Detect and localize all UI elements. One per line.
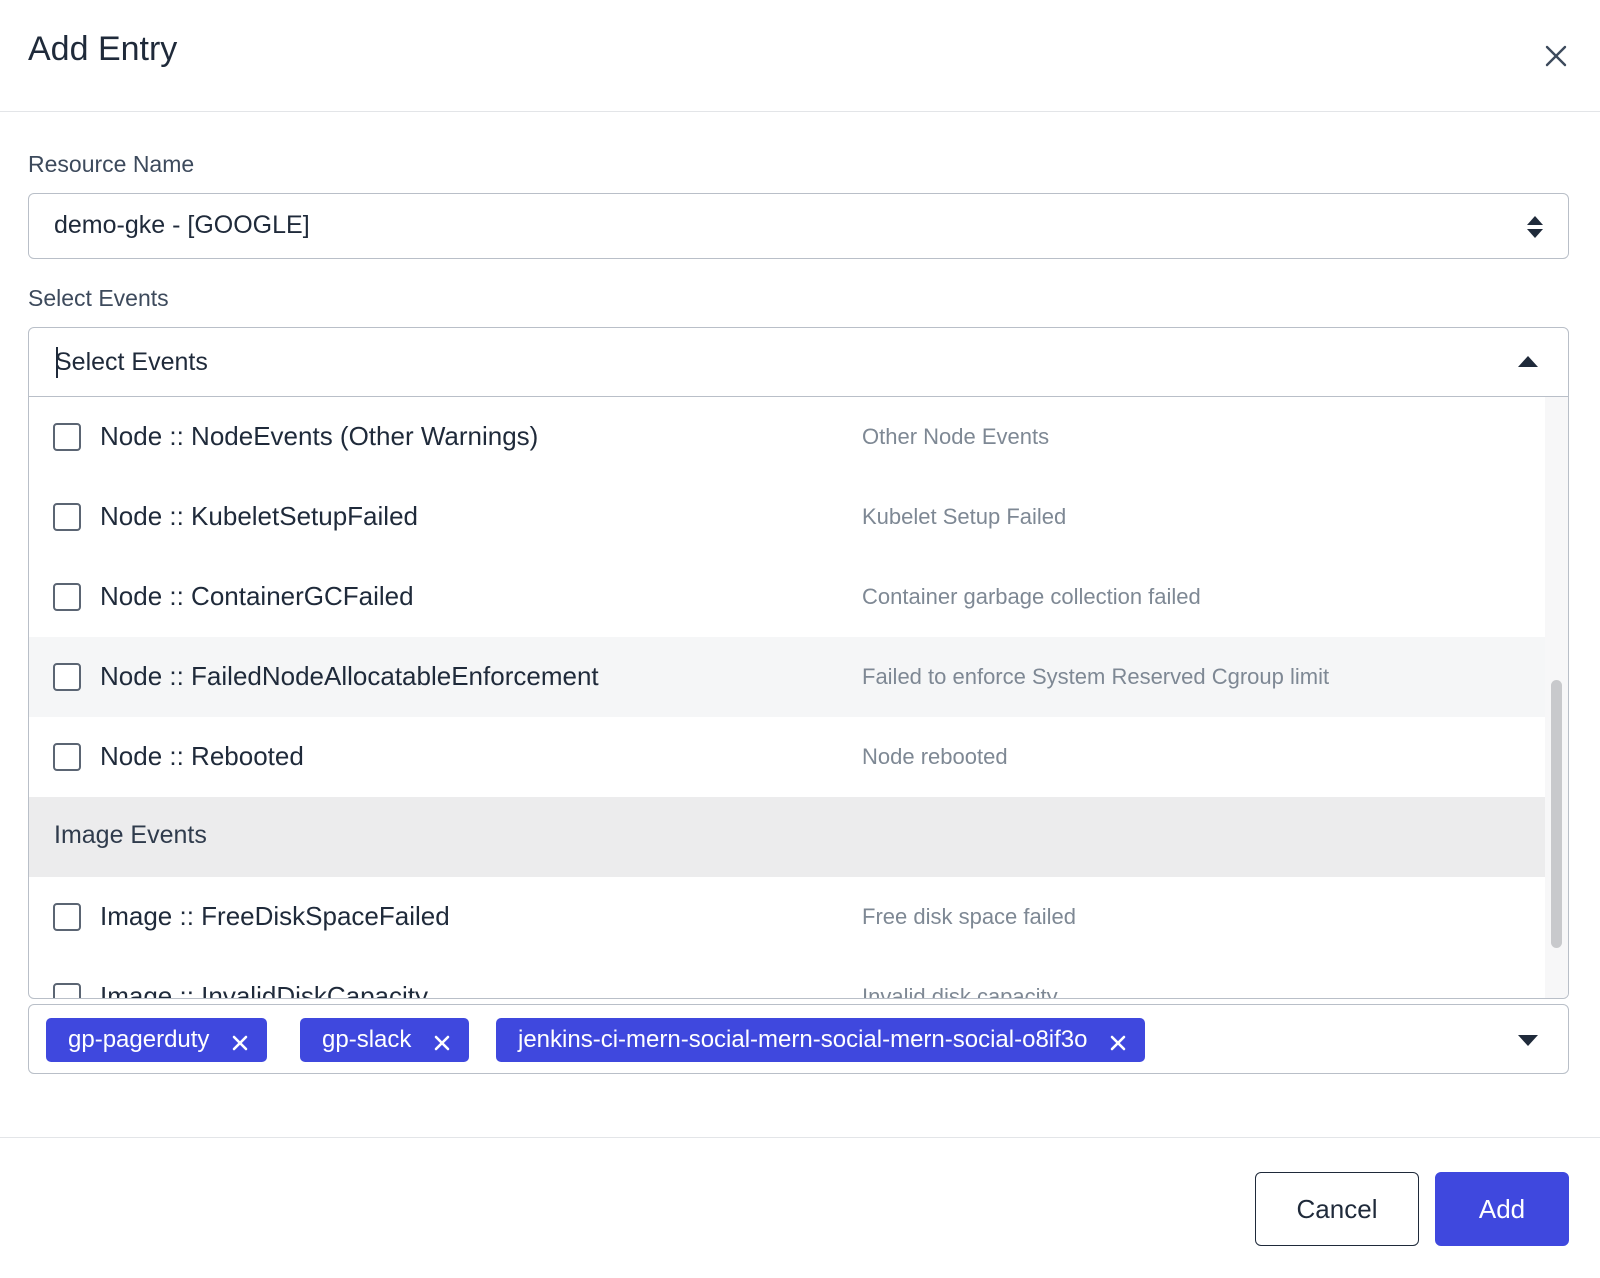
- event-option-label: Node :: FailedNodeAllocatableEnforcement: [100, 661, 599, 691]
- event-option-label: Image :: InvalidDiskCapacity: [100, 981, 429, 999]
- text-cursor: [56, 347, 58, 378]
- close-icon: [1545, 45, 1567, 67]
- resource-name-value: demo-gke - [GOOGLE]: [54, 211, 310, 239]
- event-option-description: Free disk space failed: [862, 904, 1076, 929]
- channel-tag-label: jenkins-ci-mern-social-mern-social-mern-…: [518, 1026, 1088, 1053]
- select-events-label: Select Events: [28, 285, 169, 311]
- add-entry-dialog: Add Entry Resource Name demo-gke - [GOOG…: [0, 0, 1600, 1278]
- event-option[interactable]: Node :: FailedNodeAllocatableEnforcement…: [29, 637, 1545, 717]
- dialog-title: Add Entry: [28, 30, 178, 68]
- resource-name-select[interactable]: demo-gke - [GOOGLE]: [28, 193, 1569, 259]
- event-option[interactable]: Node :: Rebooted Node rebooted: [29, 717, 1545, 797]
- event-option[interactable]: Node :: NodeEvents (Other Warnings) Othe…: [29, 397, 1545, 477]
- events-input-row[interactable]: [29, 328, 1568, 397]
- channel-tag: gp-pagerduty: [46, 1018, 268, 1062]
- scrollbar-thumb[interactable]: [1551, 680, 1562, 948]
- event-option-label: Node :: Rebooted: [100, 741, 304, 771]
- event-option-label: Node :: NodeEvents (Other Warnings): [100, 421, 539, 451]
- channels-multiselect[interactable]: gp-pagerduty gp-slack jenkins-ci-mern-so…: [28, 1004, 1569, 1074]
- event-option-description: Invalid disk capacity: [862, 984, 1058, 999]
- dialog-header: Add Entry: [0, 0, 1600, 112]
- event-checkbox[interactable]: [53, 983, 81, 998]
- remove-tag-icon[interactable]: [1109, 1034, 1127, 1052]
- event-option[interactable]: Image :: FreeDiskSpaceFailed Free disk s…: [29, 877, 1545, 957]
- event-group-label: Image Events: [54, 821, 207, 849]
- channel-tag: jenkins-ci-mern-social-mern-social-mern-…: [496, 1018, 1146, 1062]
- event-option-label: Node :: ContainerGCFailed: [100, 581, 414, 611]
- remove-tag-icon[interactable]: [433, 1034, 451, 1052]
- event-option-label: Image :: FreeDiskSpaceFailed: [100, 901, 450, 931]
- event-option-description: Container garbage collection failed: [862, 584, 1201, 609]
- caret-up-icon[interactable]: [1518, 356, 1538, 367]
- sort-updown-icon: [1527, 216, 1543, 238]
- event-option-description: Node rebooted: [862, 744, 1008, 769]
- event-checkbox[interactable]: [53, 903, 81, 931]
- caret-down-icon[interactable]: [1518, 1035, 1538, 1046]
- close-button[interactable]: [1536, 36, 1576, 76]
- events-search-input[interactable]: [55, 340, 1435, 384]
- event-option[interactable]: Node :: KubeletSetupFailed Kubelet Setup…: [29, 477, 1545, 557]
- event-option-description: Other Node Events: [862, 424, 1050, 449]
- channel-tag: gp-slack: [300, 1018, 470, 1062]
- channel-tag-label: gp-slack: [322, 1026, 412, 1053]
- events-options-list: Node :: NodeEvents (Other Warnings) Othe…: [29, 397, 1545, 999]
- event-option-label: Node :: KubeletSetupFailed: [100, 501, 418, 531]
- dialog-footer: Cancel Add: [0, 1137, 1600, 1278]
- event-checkbox[interactable]: [53, 663, 81, 691]
- event-group-header: Image Events: [29, 797, 1545, 877]
- channel-tag-label: gp-pagerduty: [68, 1026, 210, 1053]
- event-option-description: Failed to enforce System Reserved Cgroup…: [862, 664, 1330, 689]
- event-option[interactable]: Image :: InvalidDiskCapacity Invalid dis…: [29, 957, 1545, 999]
- event-checkbox[interactable]: [53, 743, 81, 771]
- event-checkbox[interactable]: [53, 503, 81, 531]
- resource-name-label: Resource Name: [28, 151, 195, 177]
- event-option[interactable]: Node :: ContainerGCFailed Container garb…: [29, 557, 1545, 637]
- event-checkbox[interactable]: [53, 583, 81, 611]
- cancel-button[interactable]: Cancel: [1255, 1172, 1419, 1246]
- event-checkbox[interactable]: [53, 423, 81, 451]
- events-scrollbar[interactable]: [1545, 397, 1568, 998]
- event-option-description: Kubelet Setup Failed: [862, 504, 1067, 529]
- add-button[interactable]: Add: [1435, 1172, 1569, 1246]
- events-multiselect: Node :: NodeEvents (Other Warnings) Othe…: [28, 327, 1569, 999]
- remove-tag-icon[interactable]: [231, 1034, 249, 1052]
